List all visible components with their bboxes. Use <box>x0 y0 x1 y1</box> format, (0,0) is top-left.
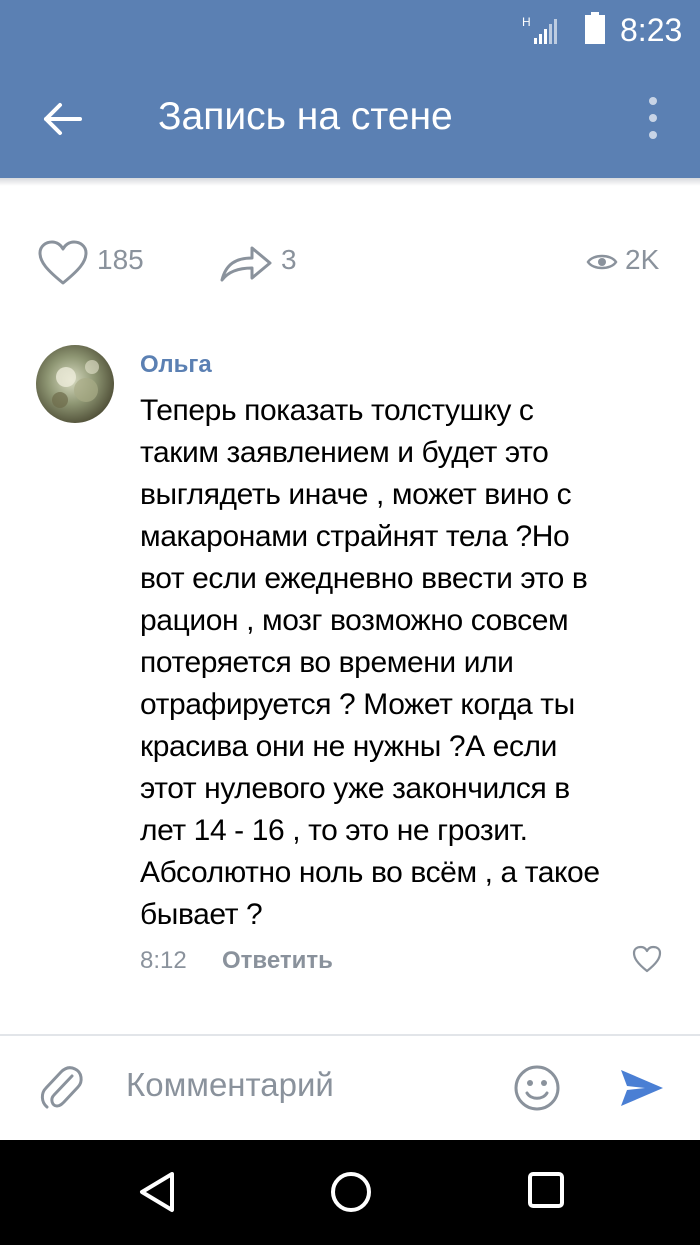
heart-icon[interactable] <box>38 240 88 286</box>
emoji-icon[interactable] <box>513 1064 561 1112</box>
page-title: Запись на стене <box>158 95 453 138</box>
battery-icon <box>585 12 605 44</box>
avatar[interactable] <box>36 345 114 423</box>
comment-input[interactable]: Комментарий <box>126 1066 486 1108</box>
comment-line: Абсолютно ноль во всём , а такое <box>140 856 600 889</box>
comment-line: лет 14 - 16 , то это не грозит. <box>140 814 528 847</box>
heart-icon[interactable] <box>632 945 662 973</box>
comment-meta: 8:12 Ответить <box>140 945 675 981</box>
comment-author[interactable]: Ольга <box>140 351 212 379</box>
status-bar: H 8:23 <box>0 0 700 58</box>
view-count: 2K <box>625 244 660 275</box>
share-icon[interactable] <box>218 242 274 284</box>
comment-line: Теперь показать толстушку с <box>140 394 534 427</box>
arrow-left-icon[interactable] <box>40 96 86 142</box>
comment-text: Теперь показать толстушку с таким заявле… <box>140 390 675 936</box>
paperclip-icon[interactable] <box>38 1062 86 1114</box>
comment-line: отрафируется ? Может когда ты <box>140 688 575 721</box>
avatar-image <box>36 345 114 423</box>
comment-line: бывает ? <box>140 898 263 931</box>
comment-line: этот нулевого уже закончился в <box>140 772 570 805</box>
more-vertical-icon[interactable] <box>646 96 660 140</box>
comment-composer: Комментарий <box>0 1036 700 1140</box>
signal-type-label: H <box>522 15 531 29</box>
triangle-back-icon[interactable] <box>138 1170 176 1214</box>
square-recent-icon[interactable] <box>527 1171 565 1209</box>
app-bar-shadow <box>0 178 700 186</box>
post-stats: 185 3 2K <box>0 232 700 292</box>
comment-line: выглядеть иначе , может вино с <box>140 478 572 511</box>
like-count: 185 <box>97 244 144 275</box>
reply-button[interactable]: Ответить <box>222 947 333 975</box>
share-count: 3 <box>281 244 297 275</box>
comment-line: красива они не нужны ?А если <box>140 730 558 763</box>
comment-line: рацион , мозг возможно совсем <box>140 604 569 637</box>
system-nav-bar <box>0 1140 700 1245</box>
comment-line: потеряется во времени или <box>140 646 514 679</box>
comment-time: 8:12 <box>140 947 187 974</box>
comment-line: вот если ежедневно ввести это в <box>140 562 588 595</box>
eye-icon <box>586 254 618 270</box>
status-clock: 8:23 <box>620 12 683 48</box>
app-bar: Запись на стене <box>0 58 700 178</box>
circle-home-icon[interactable] <box>329 1170 373 1214</box>
send-icon[interactable] <box>617 1064 665 1112</box>
comment-line: таким заявлением и будет это <box>140 436 549 469</box>
signal-icon: H <box>522 15 557 44</box>
comment-line: макаронами страйнят тела ?Но <box>140 520 570 553</box>
